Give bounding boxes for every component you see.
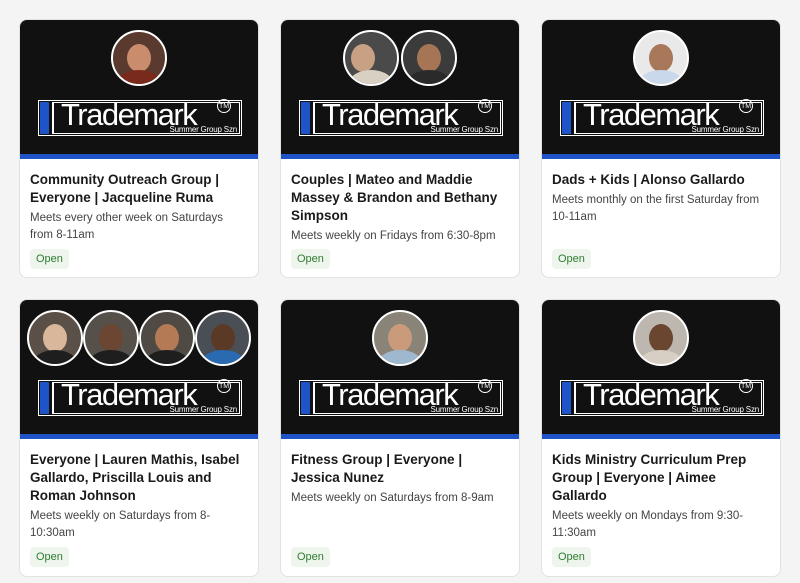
leader-photo [633, 30, 689, 86]
leader-photos [20, 30, 258, 86]
group-schedule: Meets weekly on Saturdays from 8-10:30am [30, 510, 211, 539]
group-card[interactable]: Trademark TM Summer Group Szn Fitness Gr… [280, 299, 520, 577]
group-schedule: Meets weekly on Fridays from 6:30-8pm [291, 230, 496, 242]
group-schedule: Meets every other week on Saturdays from… [30, 212, 224, 241]
leader-photo [27, 310, 83, 366]
status-badge: Open [30, 547, 69, 567]
leader-photo [372, 310, 428, 366]
group-banner: Trademark TM Summer Group Szn [20, 20, 258, 159]
group-title[interactable]: Fitness Group | Everyone | Jessica Nunez [291, 451, 509, 487]
group-schedule: Meets weekly on Saturdays from 8-9am [291, 492, 494, 504]
leader-photo [401, 30, 457, 86]
leader-photos [542, 310, 780, 366]
leader-photo [195, 310, 251, 366]
leader-photo [633, 310, 689, 366]
leader-photos [281, 310, 519, 366]
group-card[interactable]: Trademark TM Summer Group Szn Kids Minis… [541, 299, 781, 577]
group-card[interactable]: Trademark TM Summer Group Szn Community … [19, 19, 259, 278]
leader-photo [111, 30, 167, 86]
group-schedule: Meets monthly on the first Saturday from… [552, 194, 760, 223]
trademark-logo: Trademark TM Summer Group Szn [299, 99, 503, 136]
group-title[interactable]: Kids Ministry Curriculum Prep Group | Ev… [552, 451, 770, 505]
group-banner: Trademark TM Summer Group Szn [281, 300, 519, 439]
status-badge: Open [552, 249, 591, 269]
status-badge: Open [552, 547, 591, 567]
group-banner: Trademark TM Summer Group Szn [542, 300, 780, 439]
trademark-logo: Trademark TM Summer Group Szn [38, 379, 242, 416]
leader-photo [139, 310, 195, 366]
group-title[interactable]: Dads + Kids | Alonso Gallardo [552, 171, 770, 189]
leader-photo [343, 30, 399, 86]
group-title[interactable]: Couples | Mateo and Maddie Massey & Bran… [291, 171, 509, 225]
group-banner: Trademark TM Summer Group Szn [542, 20, 780, 159]
group-card[interactable]: Trademark TM Summer Group Szn Everyone |… [19, 299, 259, 577]
group-grid: Trademark TM Summer Group Szn Community … [0, 0, 800, 583]
status-badge: Open [30, 249, 69, 269]
trademark-logo: Trademark TM Summer Group Szn [560, 379, 764, 416]
group-schedule: Meets weekly on Mondays from 9:30-11:30a… [552, 510, 744, 539]
leader-photos [281, 30, 519, 86]
trademark-logo: Trademark TM Summer Group Szn [38, 99, 242, 136]
group-title[interactable]: Everyone | Lauren Mathis, Isabel Gallard… [30, 451, 248, 505]
trademark-logo: Trademark TM Summer Group Szn [299, 379, 503, 416]
leader-photos [20, 310, 258, 366]
leader-photo [83, 310, 139, 366]
group-title[interactable]: Community Outreach Group | Everyone | Ja… [30, 171, 248, 207]
leader-photos [542, 30, 780, 86]
group-banner: Trademark TM Summer Group Szn [281, 20, 519, 159]
group-card[interactable]: Trademark TM Summer Group Szn Couples | … [280, 19, 520, 278]
group-banner: Trademark TM Summer Group Szn [20, 300, 258, 439]
status-badge: Open [291, 547, 330, 567]
status-badge: Open [291, 249, 330, 269]
group-card[interactable]: Trademark TM Summer Group Szn Dads + Kid… [541, 19, 781, 278]
trademark-logo: Trademark TM Summer Group Szn [560, 99, 764, 136]
